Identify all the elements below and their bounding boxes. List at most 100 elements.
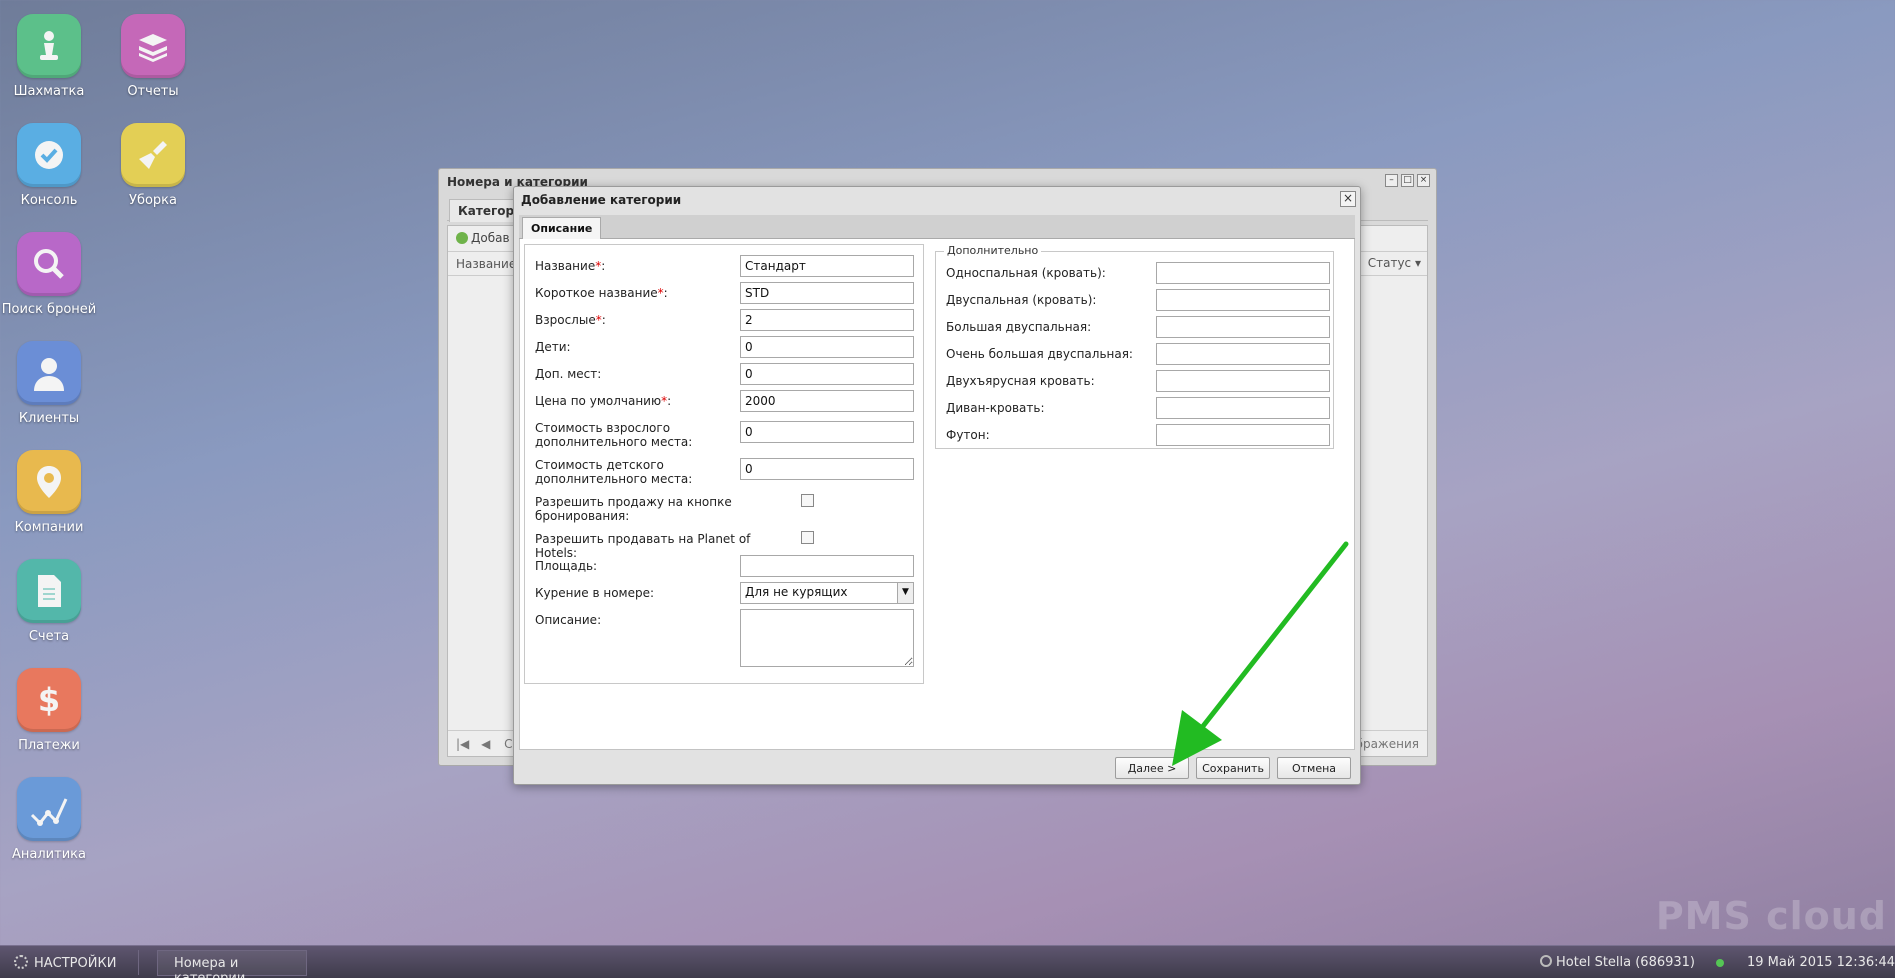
extra-beds-input[interactable] — [740, 363, 914, 385]
sofa-bed-input[interactable] — [1156, 397, 1330, 419]
field-label: Стоимость взрослого дополнительного места… — [535, 421, 693, 449]
tab-description[interactable]: Описание — [522, 217, 602, 239]
field-label: Двуспальная (кровать): — [946, 293, 1097, 307]
broom-icon — [121, 123, 185, 187]
add-button[interactable]: Добав — [471, 231, 510, 245]
field-label: Описание: — [535, 613, 602, 627]
user-icon — [17, 341, 81, 405]
desktop-icon-companies[interactable]: Компании — [0, 450, 104, 535]
adult-extra-cost-input[interactable] — [740, 421, 914, 443]
desktop-icon-clients[interactable]: Клиенты — [0, 341, 104, 426]
globe-icon — [1540, 955, 1552, 967]
field-label: Название*: — [535, 259, 606, 273]
field-label: Курение в номере: — [535, 586, 655, 600]
field-label: Футон: — [946, 428, 990, 442]
books-icon — [121, 14, 185, 78]
field-label: Доп. мест: — [535, 367, 602, 381]
desktop-icon-label: Отчеты — [127, 84, 179, 99]
close-icon[interactable]: × — [1417, 174, 1430, 187]
field-label: Цена по умолчанию*: — [535, 394, 672, 408]
arrow-annotation-icon — [1172, 541, 1349, 766]
field-label: Диван-кровать: — [946, 401, 1045, 415]
close-icon[interactable]: × — [1340, 191, 1356, 207]
window-controls: – □ × — [1385, 174, 1430, 187]
magnifier-icon — [17, 232, 81, 296]
allow-booking-button-checkbox[interactable] — [801, 494, 814, 507]
taskbar-clock: 19 Май 2015 12:36:44 — [1747, 955, 1895, 970]
double-bed-input[interactable] — [1156, 289, 1330, 311]
add-icon — [456, 232, 468, 244]
large-double-input[interactable] — [1156, 316, 1330, 338]
field-label: Двухъярусная кровать: — [946, 374, 1095, 388]
desktop-icon-cleaning[interactable]: Уборка — [98, 123, 208, 208]
checkmark-icon — [17, 123, 81, 187]
chevron-down-icon[interactable]: ▼ — [897, 583, 913, 603]
field-label: Дети: — [535, 340, 571, 354]
desktop-icon-invoices[interactable]: Счета — [0, 559, 104, 644]
desktop-icon-label: Консоль — [20, 193, 78, 208]
xl-double-input[interactable] — [1156, 343, 1330, 365]
desktop-icon-label: Платежи — [18, 738, 80, 753]
taskbar-item-rooms-categories[interactable]: Номера и категории — [157, 950, 307, 978]
connection-status-icon — [1716, 959, 1724, 967]
desktop-icon-label: Поиск броней — [1, 302, 97, 317]
settings-button[interactable]: НАСТРОЙКИ — [14, 955, 116, 971]
field-label: Очень большая двуспальная: — [946, 347, 1133, 361]
pms-cloud-watermark: PMS cloud — [1655, 894, 1887, 938]
field-label: Взрослые*: — [535, 313, 606, 327]
pager-label: С — [504, 737, 513, 751]
document-icon — [17, 559, 81, 623]
taskbar: НАСТРОЙКИ Номера и категории Hotel Stell… — [0, 945, 1895, 978]
description-textarea[interactable] — [740, 609, 914, 667]
svg-text:$: $ — [38, 681, 60, 719]
fieldset-legend: Дополнительно — [944, 244, 1042, 257]
desktop-icon-payments[interactable]: $ Платежи — [0, 668, 104, 753]
desktop-icon-console[interactable]: Консоль — [0, 123, 104, 208]
futon-input[interactable] — [1156, 424, 1330, 446]
desktop-icon-reports[interactable]: Отчеты — [98, 14, 208, 99]
main-fields-panel: Название*: Короткое название*: Взрослые*… — [524, 244, 924, 684]
name-input[interactable] — [740, 255, 914, 277]
desktop-icon-booking-search[interactable]: Поиск броней — [0, 232, 104, 317]
column-header-status[interactable]: Статус ▾ — [1368, 256, 1421, 270]
desktop-icon-label: Аналитика — [12, 847, 86, 862]
map-pin-icon — [17, 450, 81, 514]
bunk-bed-input[interactable] — [1156, 370, 1330, 392]
desktop-icon-label: Компании — [14, 520, 84, 535]
field-label: Короткое название*: — [535, 286, 668, 300]
pager-prev-icon[interactable]: ◀ — [481, 737, 490, 751]
dialog-tabstrip: Описание — [519, 215, 1355, 239]
desktop-icon-label: Шахматка — [13, 84, 85, 99]
smoking-select[interactable]: Для не курящих ▼ — [740, 582, 914, 604]
dollar-icon: $ — [17, 668, 81, 732]
allow-planet-checkbox[interactable] — [801, 531, 814, 544]
minimize-icon[interactable]: – — [1385, 174, 1398, 187]
area-input[interactable] — [740, 555, 914, 577]
maximize-icon[interactable]: □ — [1401, 174, 1414, 187]
taskbar-divider — [138, 950, 139, 975]
chess-pawn-icon — [17, 14, 81, 78]
child-extra-cost-input[interactable] — [740, 458, 914, 480]
column-header-name[interactable]: Название — [456, 257, 516, 271]
desktop-icon-chess[interactable]: Шахматка — [0, 14, 104, 99]
hotel-selector[interactable]: Hotel Stella (686931) — [1540, 955, 1695, 970]
single-bed-input[interactable] — [1156, 262, 1330, 284]
desktop-icon-label: Уборка — [129, 193, 177, 208]
children-input[interactable] — [740, 336, 914, 358]
field-label: Стоимость детского дополнительного места: — [535, 458, 693, 486]
desktop-icon-label: Счета — [28, 629, 70, 644]
adults-input[interactable] — [740, 309, 914, 331]
field-label: Односпальная (кровать): — [946, 266, 1106, 280]
field-label: Разрешить продажу на кнопке бронирования: — [535, 495, 732, 523]
field-label: Площадь: — [535, 559, 598, 573]
default-price-input[interactable] — [740, 390, 914, 412]
pager-first-icon[interactable]: |◀ — [456, 737, 469, 751]
extra-beds-panel: Дополнительно Односпальная (кровать): Дв… — [935, 244, 1334, 449]
field-label: Большая двуспальная: — [946, 320, 1092, 334]
desktop-icon-analytics[interactable]: Аналитика — [0, 777, 104, 862]
dialog-title: Добавление категории — [521, 193, 682, 207]
short-name-input[interactable] — [740, 282, 914, 304]
desktop-icon-label: Клиенты — [18, 411, 80, 426]
chart-line-icon — [17, 777, 81, 841]
gear-icon — [14, 955, 28, 969]
